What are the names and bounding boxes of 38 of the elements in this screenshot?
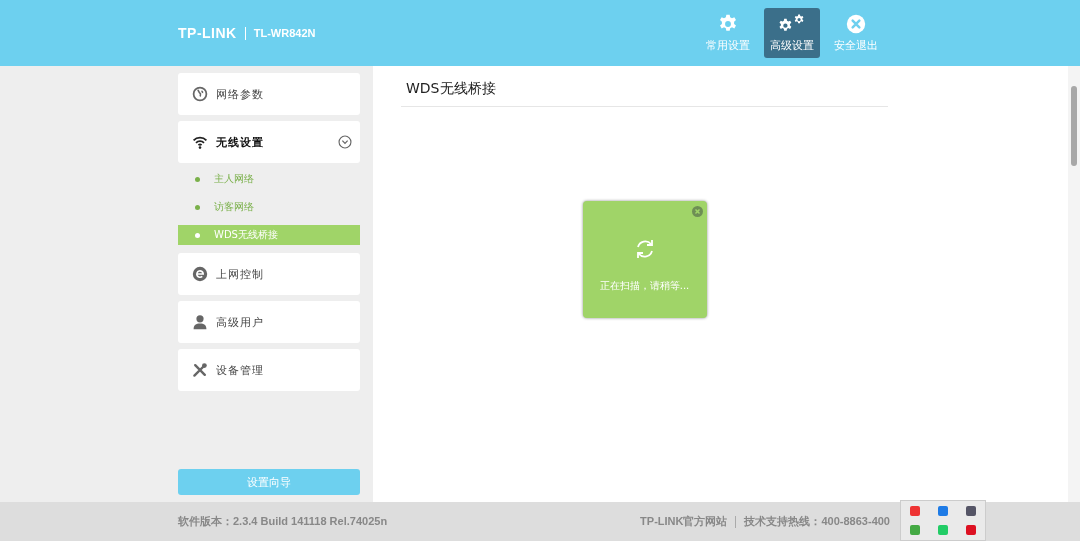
website-link[interactable]: TP-LINK官方网站 — [640, 514, 728, 529]
menu-item[interactable]: 网络参数 — [178, 73, 360, 115]
tools-icon — [192, 362, 208, 378]
internet-icon — [192, 266, 208, 282]
menu-item[interactable]: 上网控制 — [178, 253, 360, 295]
tray-icon[interactable] — [938, 505, 948, 516]
submenu-item[interactable]: WDS无线桥接 — [178, 225, 360, 245]
menu-label: 网络参数 — [216, 86, 265, 102]
model-name: TL-WR842N — [253, 27, 316, 39]
support-hotline: 技术支持热线：400-8863-400 — [744, 514, 890, 529]
scanning-message: 正在扫描，请稍等... — [599, 278, 690, 293]
menu-item[interactable]: 设备管理 — [178, 349, 360, 391]
submenu-item[interactable]: 主人网络 — [178, 169, 360, 189]
submenu-item[interactable]: 访客网络 — [178, 197, 360, 217]
close-icon — [846, 13, 866, 34]
page-title: WDS无线桥接 — [401, 66, 888, 107]
menu-label: 设备管理 — [216, 362, 265, 378]
menu-label: 上网控制 — [216, 266, 265, 282]
menu-item[interactable]: 无线设置 — [178, 121, 360, 163]
menu-label: 高级用户 — [216, 314, 265, 330]
chevron-icon[interactable] — [338, 135, 352, 149]
firmware-version: 软件版本：2.3.4 Build 141118 Rel.74025n — [178, 514, 388, 529]
nav-tab[interactable]: 安全退出 — [828, 8, 884, 58]
menu-item[interactable]: 高级用户 — [178, 301, 360, 343]
brand-logo: TP-LINK — [178, 25, 237, 41]
tray-icon[interactable] — [966, 505, 976, 516]
user-icon — [192, 314, 208, 330]
wifi-icon — [192, 134, 208, 150]
gear-icon — [718, 13, 738, 34]
menu-label: 无线设置 — [216, 134, 265, 150]
setup-wizard-button[interactable]: 设置向导 — [178, 469, 360, 495]
tray-icon[interactable] — [966, 525, 976, 536]
close-icon[interactable] — [691, 206, 703, 217]
gears-icon — [778, 13, 806, 34]
scrollbar[interactable] — [1068, 66, 1080, 502]
nav-tab[interactable]: 高级设置 — [764, 8, 820, 58]
tray-icon[interactable] — [910, 505, 920, 516]
nav-tab[interactable]: 常用设置 — [700, 8, 756, 58]
